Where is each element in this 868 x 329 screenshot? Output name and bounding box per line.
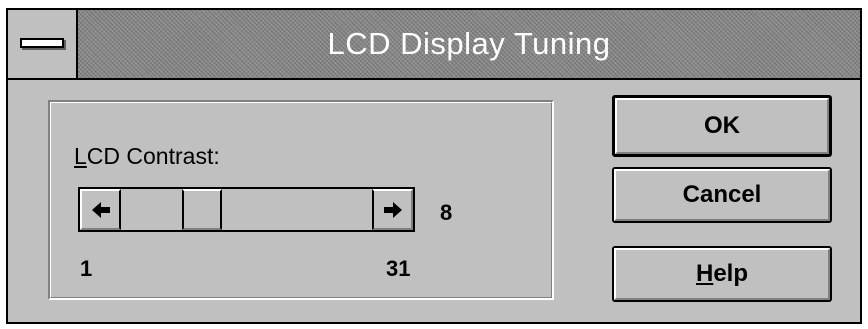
lcd-contrast-scrollbar[interactable] (78, 187, 415, 232)
scroll-right-button[interactable] (372, 189, 413, 230)
title-bar[interactable]: LCD Display Tuning (8, 10, 860, 80)
contrast-max-label: 31 (386, 256, 411, 281)
ok-button[interactable]: OK (612, 95, 832, 157)
system-menu-button[interactable] (8, 10, 78, 78)
contrast-min-label: 1 (80, 256, 93, 281)
right-arrow-icon (383, 201, 402, 218)
window-title: LCD Display Tuning (327, 26, 611, 61)
contrast-value: 8 (440, 200, 453, 225)
cancel-button[interactable]: Cancel (612, 167, 832, 223)
scroll-left-button[interactable] (80, 189, 121, 230)
ok-button-label: OK (704, 112, 740, 139)
help-button-label: Help (695, 260, 749, 287)
scrollbar-thumb[interactable] (182, 189, 222, 230)
lcd-contrast-label: LCD Contrast: (74, 143, 220, 169)
system-menu-icon (20, 38, 64, 48)
left-arrow-icon (91, 201, 110, 218)
cancel-button-label: Cancel (682, 181, 762, 208)
help-button[interactable]: Help (612, 246, 832, 302)
